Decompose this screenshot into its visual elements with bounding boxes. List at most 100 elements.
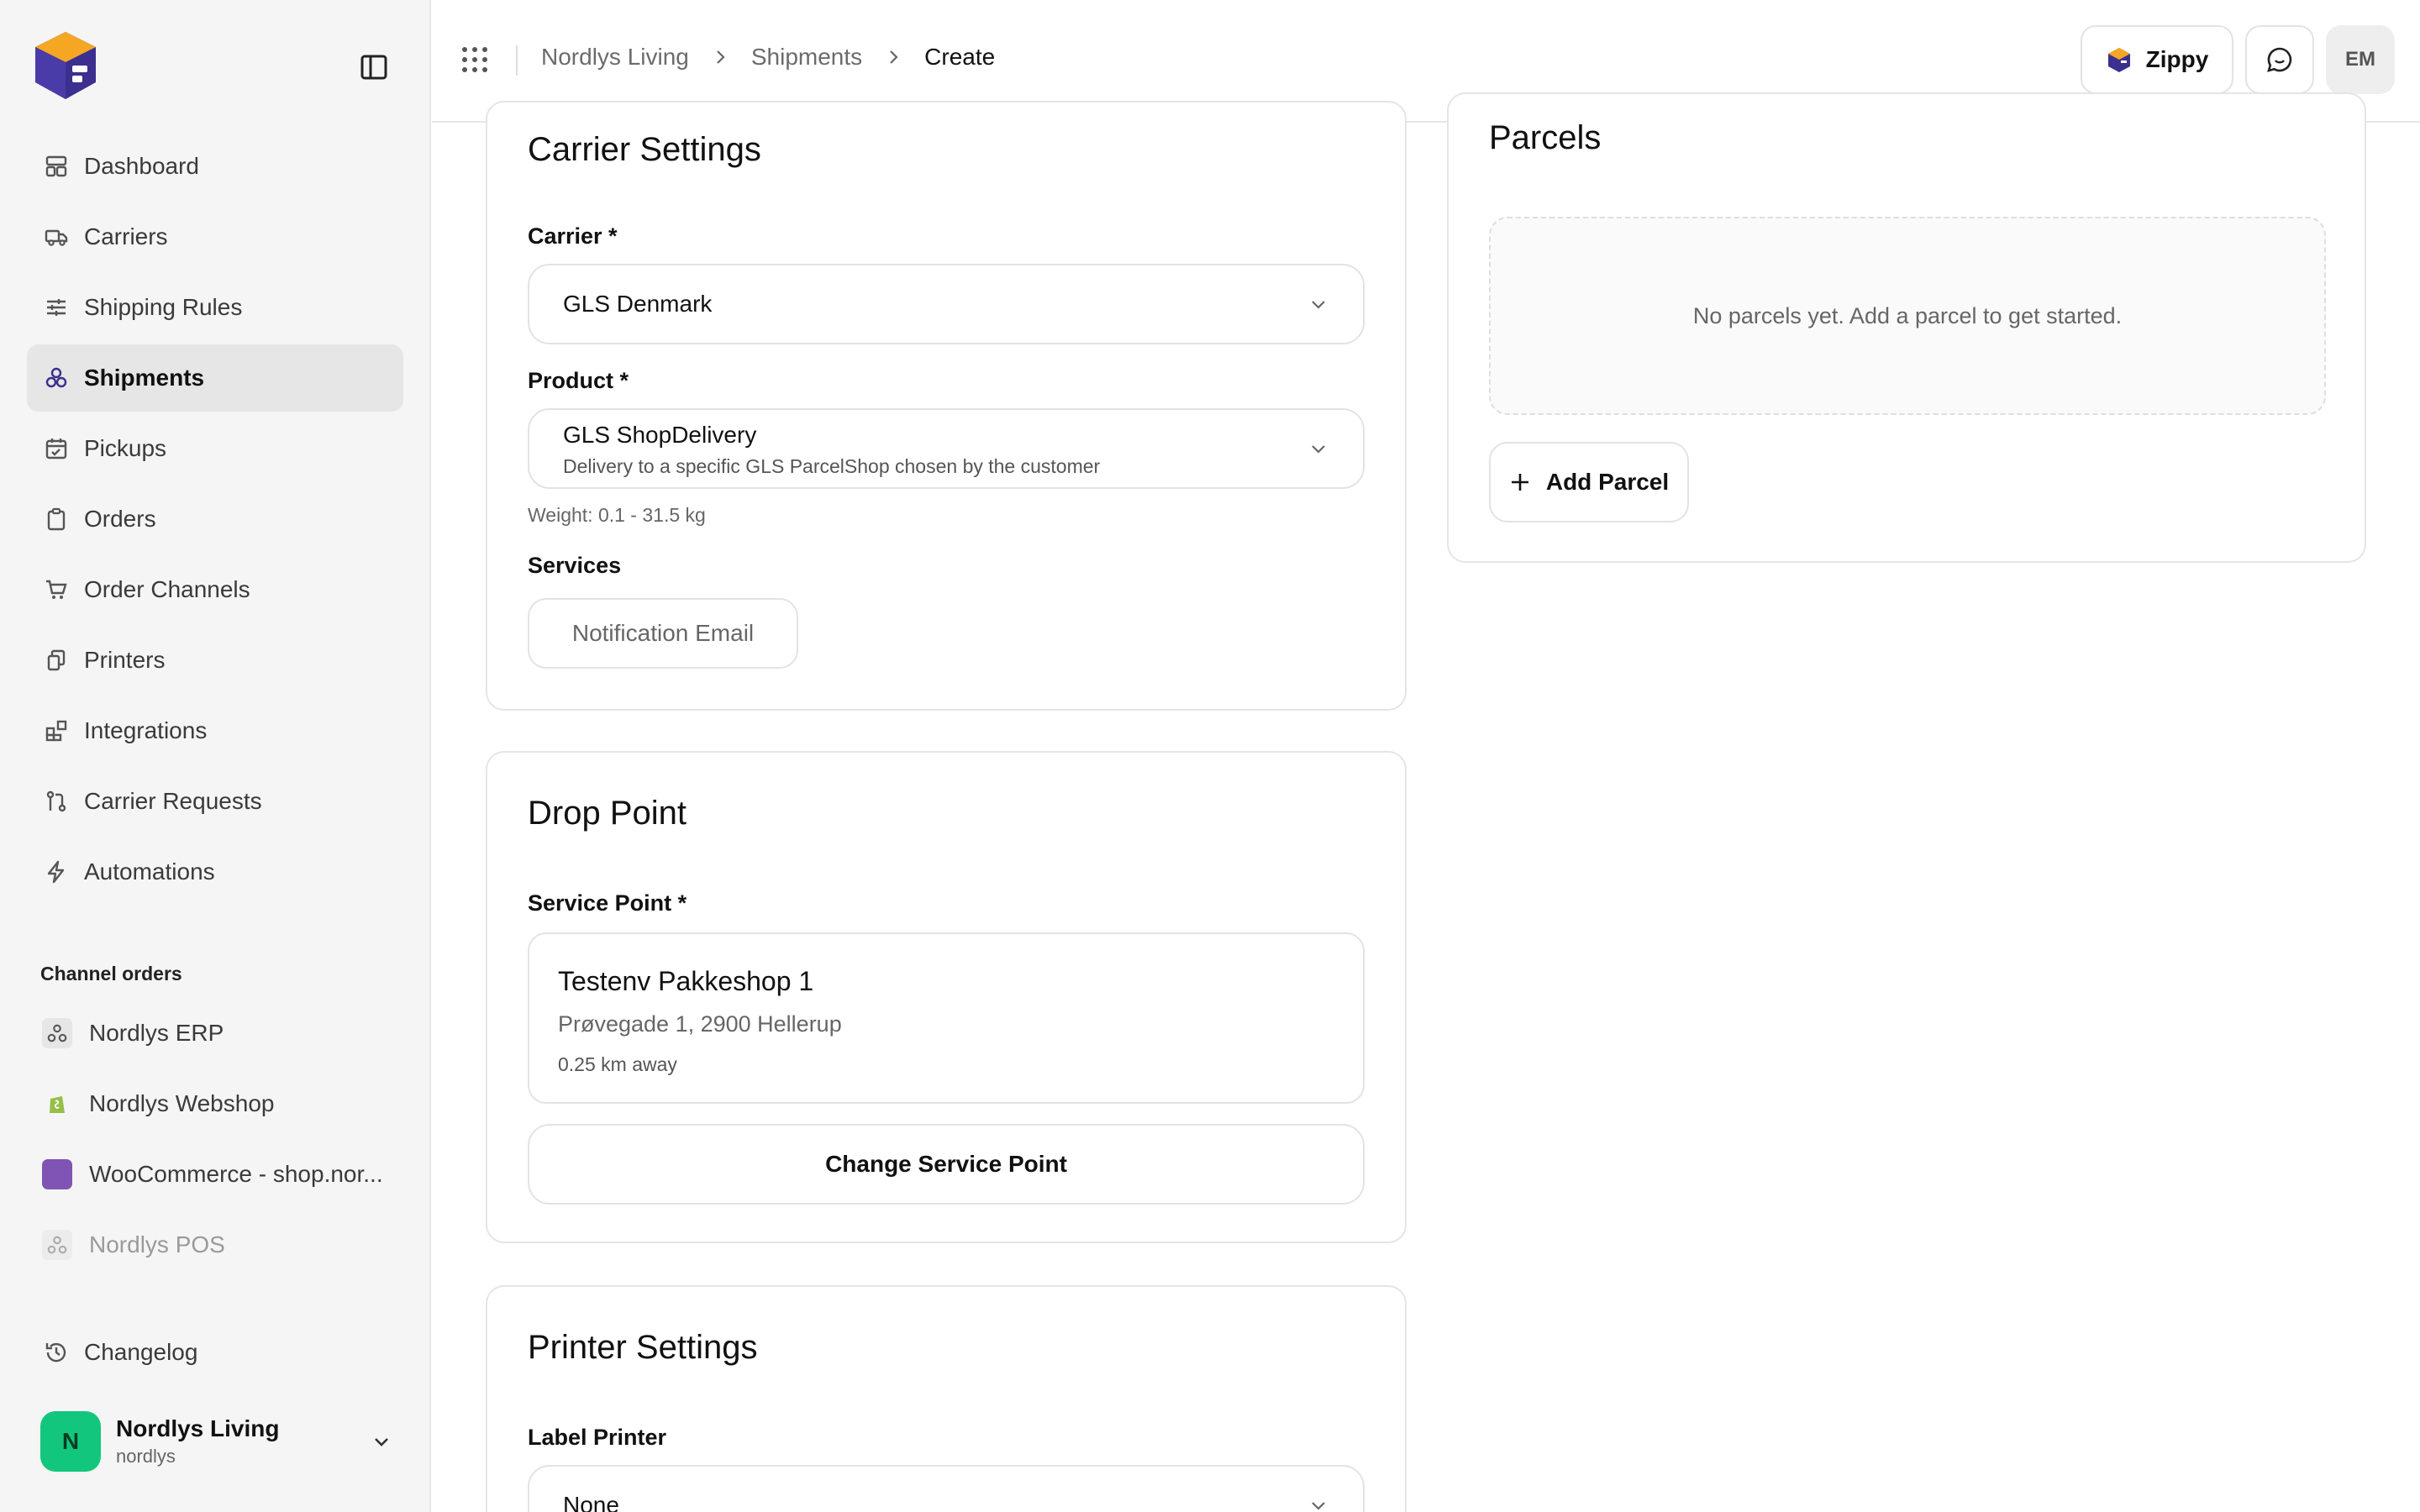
- webhook-icon: [42, 1018, 72, 1048]
- nav-item-carriers[interactable]: Carriers: [27, 203, 403, 270]
- grid-dots-icon: [462, 47, 487, 72]
- channel-label: Nordlys Webshop: [89, 1090, 275, 1116]
- dashboard-icon: [45, 155, 67, 177]
- service-point-label: Service Point *: [528, 890, 687, 916]
- breadcrumb-item[interactable]: Nordlys Living: [541, 44, 689, 71]
- product-description: Delivery to a specific GLS ParcelShop ch…: [563, 455, 1101, 477]
- services-label: Services: [528, 553, 622, 578]
- nav-label: Changelog: [84, 1339, 198, 1365]
- printer-settings-card: Printer Settings Label Printer None: [486, 1285, 1407, 1512]
- clipboard-icon: [47, 507, 66, 531]
- message-circle-icon: [2267, 47, 2292, 72]
- blocks-icon: [45, 720, 67, 742]
- nav-item-printers[interactable]: Printers: [27, 627, 403, 694]
- chevron-right-icon: [717, 50, 725, 64]
- bolt-icon: [47, 860, 65, 884]
- channel-label: WooCommerce - shop.nor...: [89, 1161, 383, 1187]
- channel-item-nordlys-erp[interactable]: Nordlys ERP: [27, 1000, 403, 1067]
- change-service-point-button[interactable]: Change Service Point: [528, 1124, 1365, 1205]
- account-text: Nordlys Living nordlys: [116, 1415, 279, 1467]
- channel-item-nordlys-pos[interactable]: Nordlys POS: [27, 1211, 403, 1278]
- service-point-name: Testenv Pakkeshop 1: [558, 966, 814, 996]
- notification-email-toggle[interactable]: Notification Email: [528, 598, 798, 669]
- breadcrumb-item[interactable]: Shipments: [751, 44, 862, 71]
- nav-item-orders[interactable]: Orders: [27, 486, 403, 553]
- channel-label: Nordlys ERP: [89, 1020, 224, 1046]
- git-pull-icon: [46, 790, 66, 812]
- truck-icon: [45, 229, 68, 246]
- shopify-icon: [42, 1089, 72, 1119]
- nav-item-automations[interactable]: Automations: [27, 838, 403, 906]
- chevron-down-icon: [1312, 301, 1325, 309]
- service-point-distance: 0.25 km away: [558, 1053, 677, 1075]
- channel-item-nordlys-webshop[interactable]: Nordlys Webshop: [27, 1070, 403, 1137]
- nav-label: Dashboard: [84, 153, 199, 179]
- nav-item-shipping-rules[interactable]: Shipping Rules: [27, 274, 403, 341]
- main-nav: Dashboard Carriers Shipping Rules Shipme…: [27, 133, 403, 909]
- drop-point-title: Drop Point: [528, 795, 687, 832]
- printer-settings-title: Printer Settings: [528, 1329, 758, 1366]
- sidebar: Dashboard Carriers Shipping Rules Shipme…: [0, 0, 431, 1512]
- label-printer-label: Label Printer: [528, 1425, 667, 1450]
- nav-label: Shipments: [84, 365, 205, 391]
- channel-list: Nordlys ERP Nordlys Webshop WooCommerce …: [27, 1000, 403, 1282]
- nav-label: Integrations: [84, 717, 208, 743]
- parcels-empty-state: No parcels yet. Add a parcel to get star…: [1489, 217, 2326, 415]
- account-slug: nordlys: [116, 1446, 176, 1467]
- nav-item-integrations[interactable]: Integrations: [27, 697, 403, 764]
- app-logo[interactable]: [29, 29, 103, 102]
- account-name: Nordlys Living: [116, 1415, 280, 1441]
- nav-label: Carrier Requests: [84, 788, 262, 814]
- nav-item-pickups[interactable]: Pickups: [27, 415, 403, 482]
- sidebar-toggle-button[interactable]: [358, 52, 392, 82]
- nav-item-changelog[interactable]: Changelog: [27, 1319, 403, 1386]
- product-select[interactable]: GLS ShopDelivery Delivery to a specific …: [528, 408, 1365, 489]
- nav-label: Printers: [84, 647, 166, 673]
- account-switcher[interactable]: N Nordlys Living nordlys: [40, 1408, 393, 1475]
- product-select-value: GLS ShopDelivery: [563, 422, 757, 448]
- zippy-button[interactable]: Zippy: [2081, 25, 2233, 94]
- channel-item-woocommerce[interactable]: WooCommerce - shop.nor...: [27, 1141, 403, 1208]
- nav-label: Shipping Rules: [84, 294, 243, 320]
- nav-label: Orders: [84, 506, 156, 532]
- nav-item-order-channels[interactable]: Order Channels: [27, 556, 403, 623]
- product-field-label: Product *: [528, 368, 629, 393]
- carrier-settings-title: Carrier Settings: [528, 131, 761, 168]
- carrier-select-value: GLS Denmark: [563, 291, 713, 317]
- app: Dashboard Carriers Shipping Rules Shipme…: [0, 0, 2420, 1512]
- zippy-logo-icon: [2107, 48, 2130, 72]
- carrier-field-label: Carrier *: [528, 223, 618, 249]
- nav-label: Automations: [84, 858, 215, 885]
- parcels-card: Parcels No parcels yet. Add a parcel to …: [1447, 92, 2366, 563]
- user-menu-button[interactable]: EM: [2326, 25, 2395, 94]
- sidebar-panel-icon: [360, 55, 387, 80]
- header-divider: [516, 45, 518, 76]
- weight-hint: Weight: 0.1 - 31.5 kg: [528, 504, 706, 526]
- carrier-settings-card: Carrier Settings Carrier * GLS Denmark P…: [486, 101, 1407, 711]
- breadcrumb-current: Create: [924, 44, 996, 70]
- shipments-icon: [45, 367, 67, 388]
- app-grid-button[interactable]: [460, 45, 489, 74]
- chat-button[interactable]: [2245, 25, 2314, 94]
- nav-label: Carriers: [84, 223, 168, 249]
- nav-label: Order Channels: [84, 576, 250, 602]
- chevron-down-icon: [375, 1438, 388, 1446]
- nav-item-carrier-requests[interactable]: Carrier Requests: [27, 768, 403, 835]
- label-printer-select[interactable]: None: [528, 1465, 1365, 1512]
- channel-orders-heading: Channel orders: [40, 963, 182, 984]
- changelog-section: Changelog: [27, 1319, 403, 1389]
- nav-item-shipments[interactable]: Shipments: [27, 344, 403, 412]
- carrier-select[interactable]: GLS Denmark: [528, 264, 1365, 344]
- label-printer-value: None: [563, 1492, 619, 1512]
- plus-icon: [1511, 474, 1528, 491]
- service-point-card: Testenv Pakkeshop 1 Prøvegade 1, 2900 He…: [528, 932, 1365, 1104]
- add-parcel-label: Add Parcel: [1545, 469, 1670, 495]
- chevron-right-icon: [890, 50, 898, 64]
- history-icon: [45, 1342, 66, 1362]
- drop-point-card: Drop Point Service Point * Testenv Pakke…: [486, 751, 1407, 1243]
- account-avatar: N: [40, 1411, 101, 1472]
- breadcrumb: Nordlys Living Shipments Create: [541, 44, 995, 71]
- chevron-down-icon: [1312, 1502, 1325, 1510]
- nav-item-dashboard[interactable]: Dashboard: [27, 133, 403, 200]
- add-parcel-button[interactable]: Add Parcel: [1489, 442, 1689, 522]
